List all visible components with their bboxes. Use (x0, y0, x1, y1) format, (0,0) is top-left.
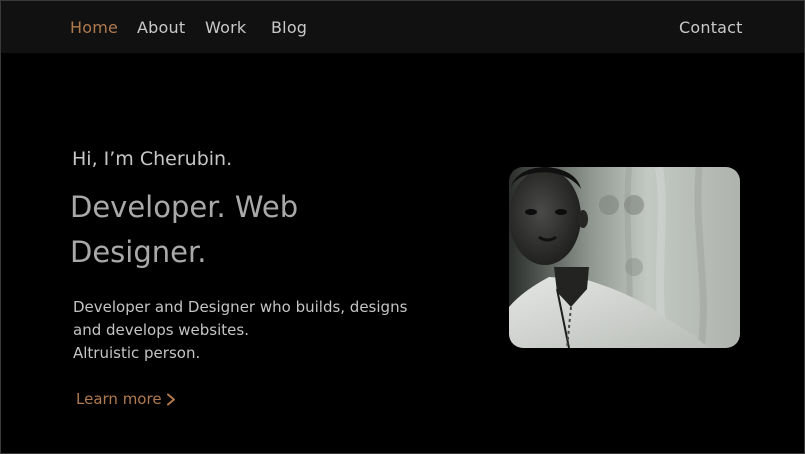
hero-headline: Developer. Web Designer. (70, 185, 370, 275)
profile-photo (509, 167, 740, 348)
learn-more-link[interactable]: Learn more (76, 390, 176, 408)
hero-description: Developer and Designer who builds, desig… (73, 296, 423, 365)
top-navbar: Home About Work Blog Contact (1, 1, 804, 53)
hero-headline-line-2: Designer. (70, 235, 207, 269)
nav-item-home[interactable]: Home (70, 18, 118, 37)
hero-headline-line-1: Developer. Web (70, 190, 299, 224)
hero-greeting: Hi, I’m Cherubin. (72, 148, 233, 170)
hero-description-line-2: and develops websites. (73, 321, 249, 339)
nav-item-blog[interactable]: Blog (271, 18, 307, 37)
page-frame: Home About Work Blog Contact Hi, I’m Che… (0, 0, 805, 454)
nav-item-work[interactable]: Work (205, 18, 246, 37)
nav-item-contact[interactable]: Contact (679, 18, 743, 37)
hero-description-line-1: Developer and Designer who builds, desig… (73, 298, 408, 316)
nav-item-about[interactable]: About (137, 18, 185, 37)
profile-photo-illustration (509, 167, 740, 348)
chevron-right-icon (166, 393, 175, 405)
learn-more-label: Learn more (76, 390, 162, 408)
hero-description-line-3: Altruistic person. (73, 344, 201, 362)
